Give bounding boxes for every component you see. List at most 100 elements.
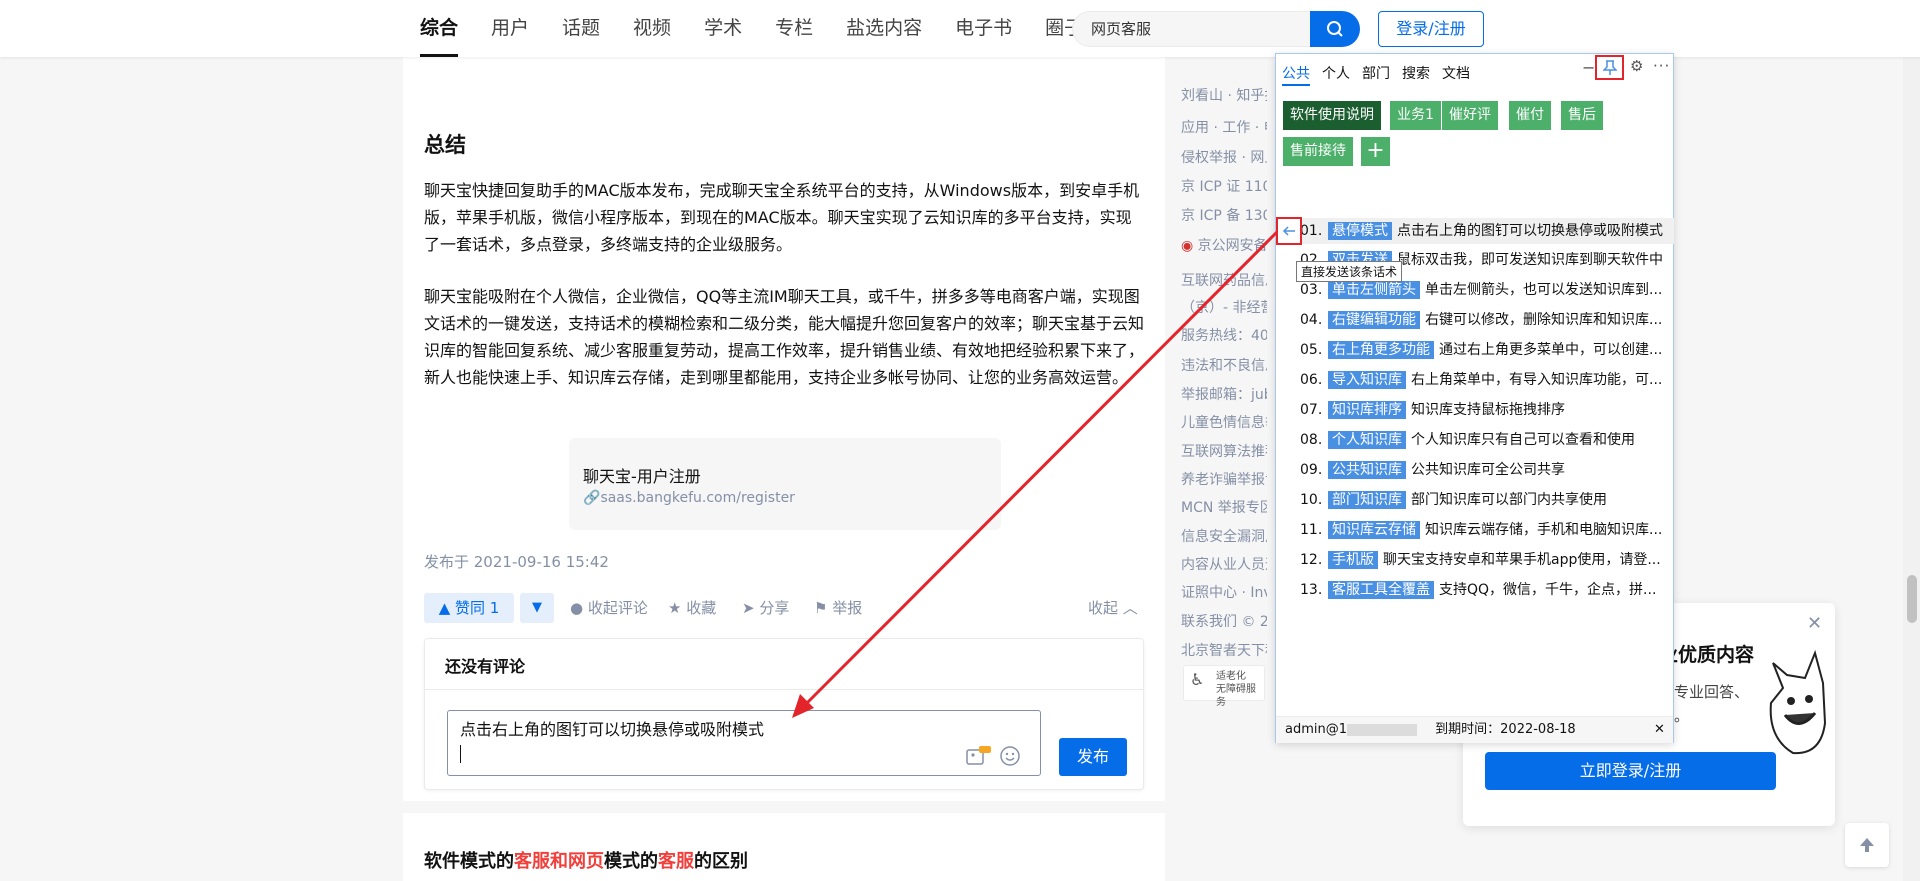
page-scrollbar[interactable] [1903, 57, 1920, 881]
reply-item[interactable]: 09. 公共知识库 公共知识库可全公司共享 [1300, 459, 1662, 481]
panel-tab-public[interactable]: 公共 [1282, 62, 1310, 86]
sidebar-link[interactable]: 证照中心 · Investor [1181, 582, 1267, 602]
sidebar-link[interactable]: MCN 举报专区 [1181, 497, 1267, 517]
police-badge-icon: ◉ [1181, 238, 1194, 254]
reply-item[interactable]: 12. 手机版 聊天宝支持安卓和苹果手机app使用，请登... [1300, 549, 1662, 571]
redacted-area [1347, 723, 1418, 736]
sidebar-link[interactable]: 京 ICP 证 110745 [1181, 176, 1267, 196]
tab-users[interactable]: 用户 [491, 0, 529, 57]
reply-item[interactable]: 11. 知识库云存储 知识库云端存储，手机和电脑知识库... [1300, 519, 1662, 541]
section-gap [403, 801, 1165, 813]
sidebar-link[interactable]: 互联网药品信息服务 [1181, 270, 1267, 290]
login-register-button[interactable]: 登录/注册 [1378, 11, 1484, 47]
no-comment-label: 还没有评论 [445, 657, 526, 676]
reply-item[interactable]: 06. 导入知识库 右上角菜单中，有导入知识库功能，可... [1300, 369, 1662, 391]
sidebar-link[interactable]: 京 ICP 备 1300 [1181, 205, 1267, 225]
share-icon: ➤ [742, 599, 755, 617]
sidebar-link[interactable]: 刘看山 · 知乎指南 [1181, 85, 1267, 105]
close-icon[interactable]: ✕ [1807, 613, 1822, 634]
close-icon[interactable]: ✕ [1654, 717, 1665, 743]
category-button[interactable]: 售前接待 [1283, 137, 1353, 166]
panel-tab-department[interactable]: 部门 [1362, 62, 1390, 86]
share-button[interactable]: ➤ 分享 [742, 593, 789, 623]
link-card[interactable]: 聊天宝-用户注册 🔗saas.bangkefu.com/register [569, 438, 1001, 530]
reply-item[interactable]: 05. 右上角更多功能 通过右上角更多菜单中，可以创建... [1300, 339, 1662, 361]
sidebar-link[interactable]: 养老诈骗举报专区 [1181, 469, 1267, 489]
accessibility-badge[interactable]: ♿ 适老化 无障碍服务 [1183, 665, 1265, 708]
minimize-icon[interactable]: − [1582, 58, 1595, 77]
sidebar-link[interactable]: 侵权举报 · 网上有害 [1181, 147, 1267, 167]
tab-topics[interactable]: 话题 [562, 0, 600, 57]
page-scrollbar-thumb[interactable] [1907, 575, 1917, 623]
mascot-illustration [1769, 649, 1827, 755]
emoji-icon[interactable] [999, 745, 1021, 767]
tab-salt-content[interactable]: 盐选内容 [846, 0, 922, 57]
reply-item[interactable]: 01. 悬停模式 点击右上角的图钉可以切换悬停或吸附模式 [1277, 218, 1674, 244]
divider [425, 689, 1143, 690]
sidebar-link[interactable]: 举报邮箱：jubao [1181, 384, 1267, 404]
comment-section: 还没有评论 点击右上角的图钉可以切换悬停或吸附模式 发布 [424, 638, 1144, 790]
reply-item[interactable]: 08. 个人知识库 个人知识库只有自己可以查看和使用 [1300, 429, 1662, 451]
search-button[interactable] [1310, 11, 1360, 47]
sidebar-link[interactable]: 应用 · 工作 · 申请 [1181, 117, 1267, 137]
search-icon [1327, 21, 1343, 37]
collapse-comments-button[interactable]: ● 收起评论 [570, 593, 648, 623]
paragraph-2: 聊天宝能吸附在个人微信，企业微信，QQ等主流IM聊天工具，或千牛，拼多多等电商客… [424, 287, 1145, 387]
downvote-button[interactable]: ▼ [520, 593, 554, 623]
gear-icon[interactable]: ⚙ [1630, 57, 1643, 75]
article-card: 总结 聊天宝快捷回复助手的MAC版本发布，完成聊天宝全系统平台的支持，从Wind… [403, 57, 1165, 881]
link-icon: 🔗 [583, 490, 601, 506]
vip-image-icon[interactable] [966, 745, 992, 767]
chevron-up-icon: ︿ [1122, 599, 1138, 617]
pin-icon [1602, 59, 1617, 75]
add-category-button[interactable]: + [1361, 137, 1390, 166]
sidebar-link[interactable]: 信息安全漏洞反馈 [1181, 526, 1267, 546]
sidebar-link[interactable]: 联系我们 © 2022 [1181, 611, 1267, 631]
quick-reply-panel: 公共 个人 部门 搜索 文档 − ⚙ ··· 软件使用说明 业务1 催好评 催付… [1275, 53, 1674, 743]
back-to-top-button[interactable] [1845, 823, 1889, 867]
search-type-tabs: 综合 用户 话题 视频 学术 专栏 盐选内容 电子书 圈子 [420, 0, 1116, 57]
tab-academic[interactable]: 学术 [704, 0, 742, 57]
reply-item[interactable]: 13. 客服工具全覆盖 支持QQ，微信，千牛，企点，拼... [1300, 579, 1662, 601]
more-icon[interactable]: ··· [1653, 57, 1670, 75]
sidebar-link[interactable]: 违法和不良信息举报 [1181, 355, 1267, 375]
next-answer-title[interactable]: 软件模式的客服和网页模式的客服的区别 [424, 847, 748, 873]
pin-button[interactable] [1595, 55, 1624, 80]
collapse-button[interactable]: 收起 ︿ [1088, 593, 1138, 623]
arrow-up-icon [1860, 838, 1874, 852]
collect-button[interactable]: ★ 收藏 [668, 593, 716, 623]
search-input[interactable]: 网页客服 [1072, 11, 1318, 47]
reply-item[interactable]: 07. 知识库排序 知识库支持鼠标拖拽排序 [1300, 399, 1662, 421]
tab-ebooks[interactable]: 电子书 [955, 0, 1012, 57]
footer-sidebar: 刘看山 · 知乎指南 应用 · 工作 · 申请 侵权举报 · 网上有害 京 IC… [1177, 57, 1267, 881]
category-button[interactable]: 软件使用说明 [1283, 101, 1381, 130]
sidebar-link[interactable]: 儿童色情信息举报 [1181, 412, 1267, 432]
category-button[interactable]: 售后 [1561, 101, 1603, 130]
panel-tab-docs[interactable]: 文档 [1442, 62, 1470, 86]
footer-user: admin@1 [1285, 722, 1348, 737]
publish-button[interactable]: 发布 [1059, 738, 1127, 776]
comment-input[interactable]: 点击右上角的图钉可以切换悬停或吸附模式 [447, 710, 1041, 776]
report-button[interactable]: ⚑ 举报 [814, 593, 862, 623]
sidebar-link[interactable]: ◉ 京公网安备 [1181, 235, 1267, 255]
reply-item[interactable]: 10. 部门知识库 部门知识库可以部门内共享使用 [1300, 489, 1662, 511]
upvote-button[interactable]: ▲ 赞同 1 [424, 593, 514, 623]
tab-videos[interactable]: 视频 [633, 0, 671, 57]
category-button[interactable]: 催好评 [1442, 101, 1498, 130]
send-arrow-button[interactable] [1276, 217, 1302, 245]
sidebar-link[interactable]: 内容从业人员违法 [1181, 554, 1267, 574]
category-button[interactable]: 催付 [1509, 101, 1551, 130]
panel-tab-search[interactable]: 搜索 [1402, 62, 1430, 86]
sidebar-link[interactable]: 北京智者天下科技 [1181, 640, 1267, 660]
accessibility-icon: ♿ [1190, 670, 1205, 689]
reply-item[interactable]: 04. 右键编辑功能 右键可以修改，删除知识库和知识库... [1300, 309, 1662, 331]
panel-tab-personal[interactable]: 个人 [1322, 62, 1350, 86]
tab-comprehensive[interactable]: 综合 [420, 0, 459, 57]
reply-item[interactable]: 03. 单击左侧箭头 单击左侧箭头，也可以发送知识库到... [1300, 279, 1662, 301]
sidebar-link[interactable]: （京）- 非经营性 [1181, 297, 1267, 317]
sidebar-link[interactable]: 互联网算法推荐 [1181, 441, 1267, 461]
tab-columns[interactable]: 专栏 [775, 0, 813, 57]
category-button[interactable]: 业务1 [1390, 101, 1441, 130]
promo-login-button[interactable]: 立即登录/注册 [1485, 752, 1776, 790]
sidebar-link[interactable]: 服务热线：400 [1181, 325, 1267, 345]
